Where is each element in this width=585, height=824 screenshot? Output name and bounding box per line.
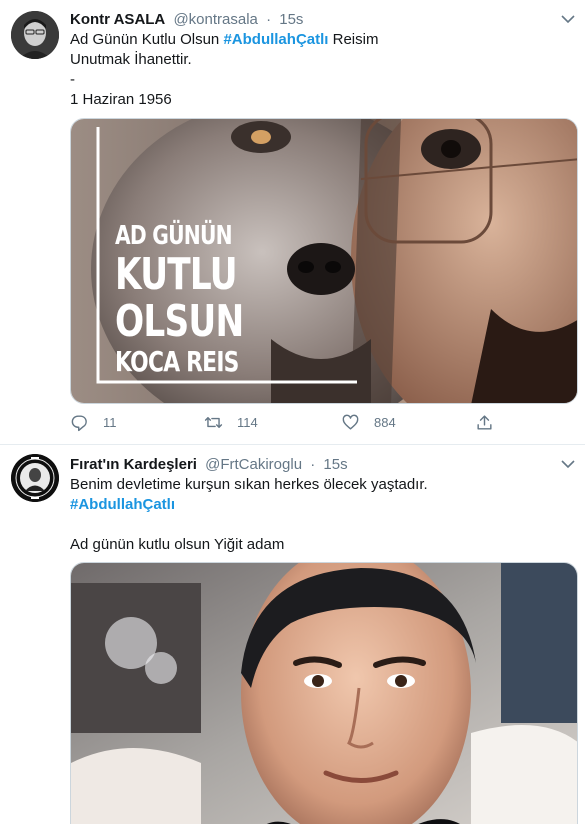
tweet-text-line: - xyxy=(70,71,75,88)
image-caption-line: OLSUN xyxy=(115,296,244,347)
tweet-text: Benim devletime kurşun sıkan herkes ölec… xyxy=(70,475,428,555)
like-button[interactable]: 884 xyxy=(341,413,396,432)
retweet-icon xyxy=(204,417,223,428)
author-handle[interactable]: @kontrasala xyxy=(173,11,257,28)
tweet-kontr-asala[interactable]: Kontr ASALA @kontrasala · 15s Ad Günün K… xyxy=(0,0,585,445)
tweet-text-line: Ad Günün Kutlu Olsun #AbdullahÇatlı Reis… xyxy=(70,31,379,48)
author-handle[interactable]: @FrtCakiroglu xyxy=(205,456,302,473)
tweet-header: Kontr ASALA @kontrasala · 15s xyxy=(70,10,303,30)
tweet-time[interactable]: 15s xyxy=(279,11,303,28)
like-count: 884 xyxy=(374,415,396,430)
image-caption: AD GÜNÜN KUTLU OLSUN KOCA REIS xyxy=(115,221,244,379)
reply-button[interactable]: 11 xyxy=(70,413,117,432)
author-name[interactable]: Fırat'ın Kardeşleri xyxy=(70,456,197,473)
tweet-text-line: Benim devletime kurşun sıkan herkes ölec… xyxy=(70,476,428,493)
tweet-header: Fırat'ın Kardeşleri @FrtCakiroglu · 15s xyxy=(70,455,348,475)
share-icon xyxy=(477,415,492,430)
separator-dot: · xyxy=(266,11,272,28)
tweet-frat-kardesleri[interactable]: Fırat'ın Kardeşleri @FrtCakiroglu · 15s … xyxy=(0,445,585,824)
like-icon xyxy=(342,414,359,430)
tweet-text-line: Unutmak İhanettir. xyxy=(70,51,192,68)
image-caption-line: KOCA REIS xyxy=(115,345,239,378)
tweet-image[interactable]: AD GÜNÜN KUTLU OLSUN KOCA REIS xyxy=(70,118,578,404)
tweet-time[interactable]: 15s xyxy=(323,456,347,473)
share-button[interactable] xyxy=(475,413,508,432)
retweet-button[interactable]: 114 xyxy=(204,413,258,432)
avatar[interactable] xyxy=(11,454,59,502)
tweet-text: Ad Günün Kutlu Olsun #AbdullahÇatlı Reis… xyxy=(70,30,378,110)
tweet-text-line: 1 Haziran 1956 xyxy=(70,91,172,108)
hashtag-link[interactable]: #AbdullahÇatlı xyxy=(70,495,428,515)
separator-dot: · xyxy=(310,456,316,473)
reply-icon xyxy=(71,415,87,432)
chevron-down-icon[interactable] xyxy=(561,14,575,24)
hashtag-link[interactable]: #AbdullahÇatlı xyxy=(223,31,328,48)
tweet-image[interactable] xyxy=(70,562,578,824)
image-caption-line: KUTLU xyxy=(115,249,238,300)
reply-count: 11 xyxy=(103,415,117,430)
tweet-text-line: Ad günün kutlu olsun Yiğit adam xyxy=(70,536,285,553)
tweet-actions: 11 114 884 xyxy=(70,413,500,437)
image-caption-line: AD GÜNÜN xyxy=(115,221,233,251)
retweet-count: 114 xyxy=(237,415,258,430)
chevron-down-icon[interactable] xyxy=(561,459,575,469)
author-name[interactable]: Kontr ASALA xyxy=(70,11,165,28)
avatar[interactable] xyxy=(11,11,59,59)
